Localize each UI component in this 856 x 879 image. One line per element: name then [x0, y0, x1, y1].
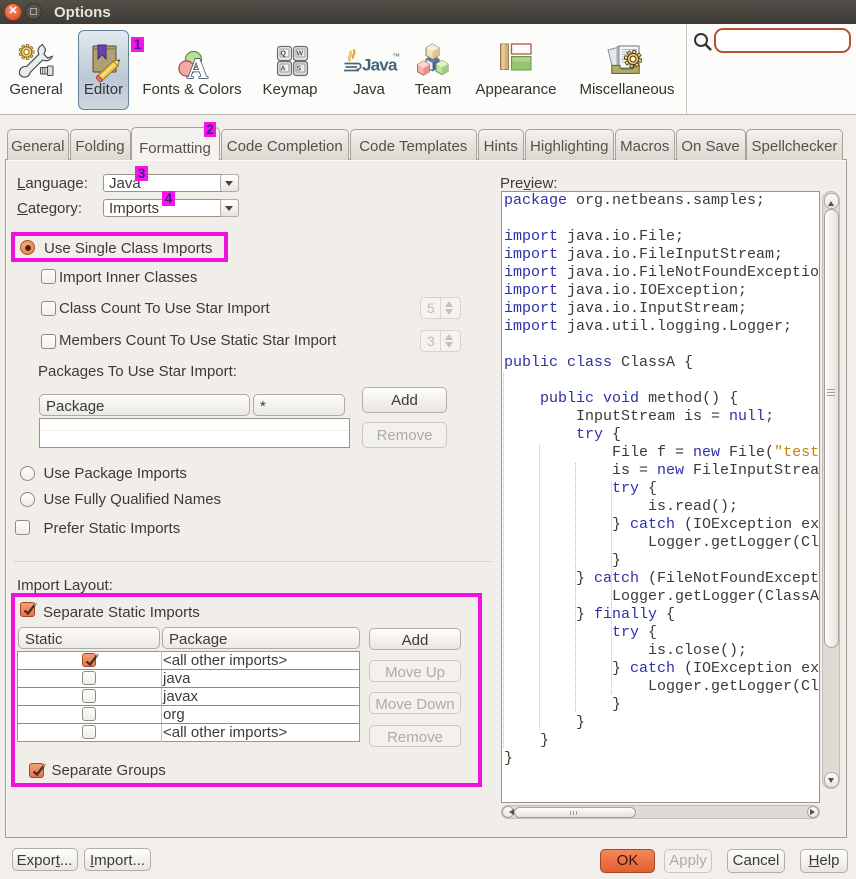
svg-text:A: A	[187, 53, 208, 85]
svg-text:S: S	[297, 66, 302, 73]
svg-text:A: A	[281, 66, 286, 73]
svg-text:W: W	[297, 51, 304, 58]
svg-text:™: ™	[392, 52, 400, 61]
svg-text:Q: Q	[281, 51, 287, 58]
